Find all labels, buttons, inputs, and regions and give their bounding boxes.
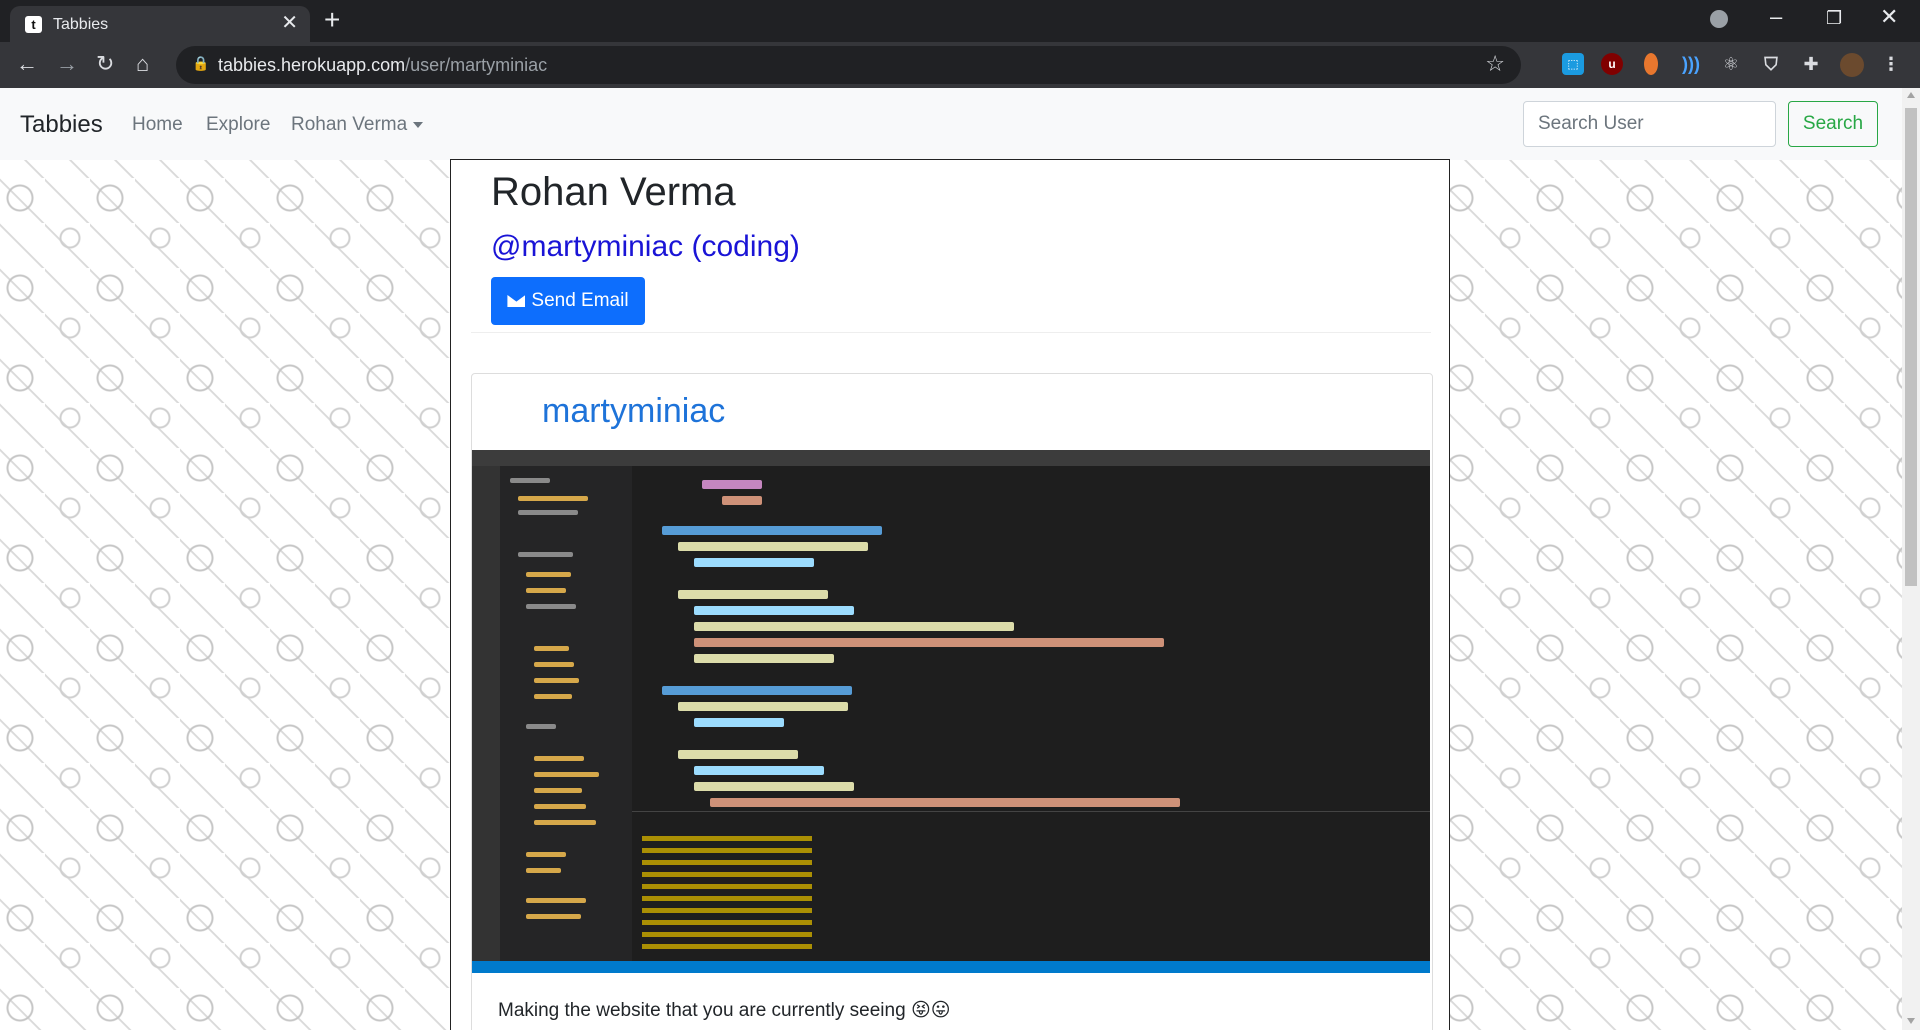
tab-title: Tabbies — [53, 16, 109, 33]
browser-tab[interactable]: t Tabbies ✕ — [10, 6, 310, 42]
forward-icon[interactable]: → — [56, 50, 78, 78]
ublock-icon[interactable]: u — [1601, 53, 1623, 75]
bookmark-star-icon[interactable]: ☆ — [1485, 51, 1505, 77]
profile-name: Rohan Verma — [491, 170, 736, 214]
home-icon[interactable]: ⌂ — [136, 50, 149, 78]
window-close-icon[interactable]: ✕ — [1880, 4, 1898, 30]
reload-icon[interactable]: ↻ — [96, 50, 114, 78]
post-image — [472, 450, 1430, 973]
menu-kebab-icon[interactable]: ⋮ — [1880, 53, 1902, 75]
lock-icon[interactable]: 🔒 — [192, 55, 209, 72]
address-bar[interactable]: 🔒 tabbies.herokuapp.com/user/martyminiac… — [176, 46, 1521, 84]
minimize-icon[interactable]: – — [1770, 4, 1782, 30]
post-username[interactable]: martyminiac — [542, 392, 725, 431]
brave-shield-icon[interactable]: ⛉ — [1760, 53, 1782, 75]
url-text[interactable]: tabbies.herokuapp.com/user/martyminiac — [218, 55, 547, 76]
page-viewport: Tabbies Home Explore Rohan Verma Search … — [0, 88, 1902, 1030]
bitwarden-icon[interactable]: ⬚ — [1562, 53, 1584, 75]
new-tab-button[interactable]: + — [324, 6, 340, 34]
brand-logo[interactable]: Tabbies — [20, 111, 103, 139]
chevron-down-icon — [413, 121, 424, 128]
tab-close-icon[interactable]: ✕ — [281, 12, 298, 34]
post-card: martyminiac Making the website that you … — [471, 373, 1433, 1030]
profile-content: Rohan Verma @martyminiac (coding) Send E… — [450, 159, 1450, 1030]
restore-icon[interactable]: ❐ — [1826, 8, 1842, 29]
puzzle-icon[interactable]: ✚ — [1800, 53, 1822, 75]
site-navbar: Tabbies Home Explore Rohan Verma Search — [0, 88, 1902, 160]
tab-search-icon[interactable] — [1710, 10, 1728, 28]
profile-avatar[interactable] — [1840, 53, 1864, 77]
search-input[interactable] — [1523, 101, 1776, 147]
profile-handle: @martyminiac (coding) — [491, 230, 800, 263]
scroll-down-icon[interactable] — [1907, 1018, 1915, 1024]
nav-user-dropdown[interactable]: Rohan Verma — [291, 114, 424, 136]
nav-home[interactable]: Home — [132, 114, 183, 136]
tab-strip: t Tabbies ✕ + – ❐ ✕ — [0, 0, 1920, 42]
profile-header: Rohan Verma @martyminiac (coding) Send E… — [471, 160, 1431, 333]
tab-favicon-icon: t — [25, 16, 42, 33]
envelope-icon — [507, 294, 526, 307]
browser-toolbar: ← → ↻ ⌂ 🔒 tabbies.herokuapp.com/user/mar… — [0, 42, 1920, 88]
cookie-icon[interactable] — [1644, 53, 1658, 75]
scroll-up-icon[interactable] — [1907, 92, 1915, 98]
search-button[interactable]: Search — [1788, 101, 1878, 147]
react-devtools-icon[interactable]: ⚛ — [1720, 53, 1742, 75]
scroll-thumb[interactable] — [1905, 108, 1917, 586]
page-scrollbar[interactable] — [1902, 88, 1920, 1030]
back-icon[interactable]: ← — [16, 50, 38, 78]
post-caption: Making the website that you are currentl… — [498, 1000, 951, 1021]
send-email-button[interactable]: Send Email — [491, 277, 645, 325]
wave-icon[interactable]: ))) — [1680, 53, 1702, 75]
nav-explore[interactable]: Explore — [206, 114, 270, 136]
